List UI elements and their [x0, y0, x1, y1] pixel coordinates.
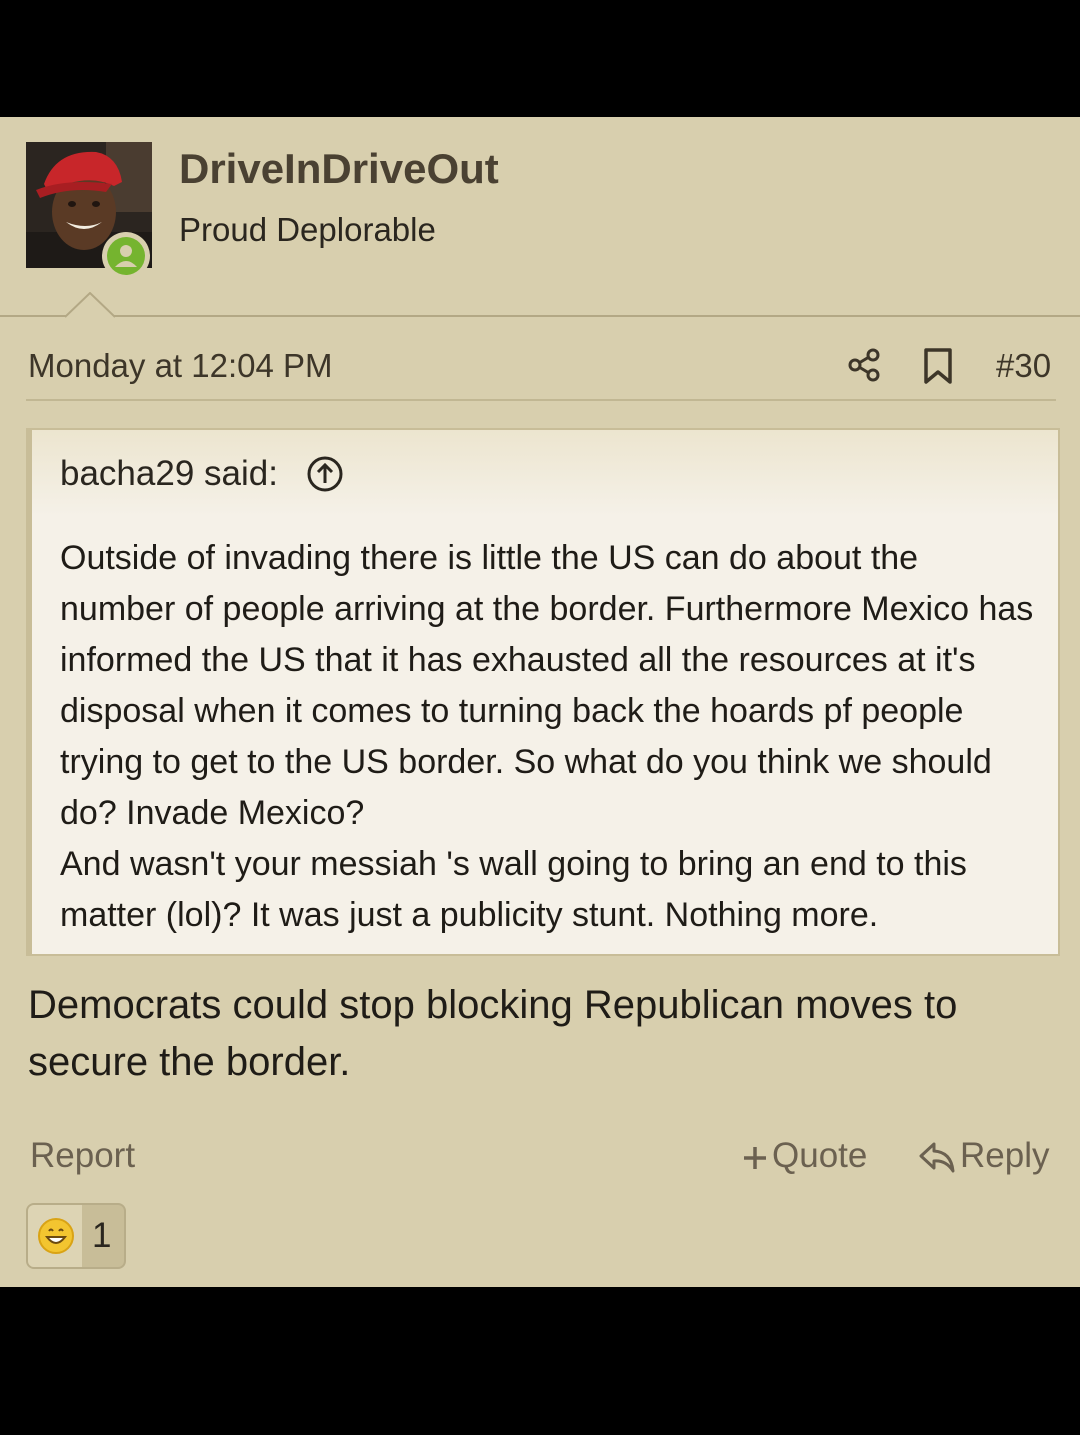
- post-number-link[interactable]: #30: [996, 347, 1051, 385]
- forum-post: DriveInDriveOut Proud Deplorable Monday …: [0, 117, 1080, 1287]
- reaction-count: 1: [92, 1216, 112, 1255]
- username[interactable]: DriveInDriveOut: [179, 145, 499, 193]
- reaction-summary[interactable]: 1: [26, 1203, 126, 1269]
- quote-label: Quote: [772, 1136, 868, 1175]
- quote-button[interactable]: Quote: [742, 1136, 867, 1176]
- header-divider: [0, 315, 1080, 317]
- meta-divider: [26, 399, 1056, 401]
- quote-body: Outside of invading there is little the …: [60, 533, 1040, 941]
- quote-paragraph: And wasn't your messiah 's wall going to…: [60, 845, 967, 934]
- online-status-badge: [102, 232, 150, 280]
- quote-paragraph: Outside of invading there is little the …: [60, 539, 1034, 832]
- quote-author[interactable]: bacha29 said:: [60, 454, 278, 494]
- post-message: Democrats could stop blocking Republican…: [28, 983, 958, 1084]
- user-title: Proud Deplorable: [179, 211, 436, 248]
- bookmark-icon[interactable]: [922, 347, 954, 385]
- arrow-up-circle-icon[interactable]: [306, 455, 344, 493]
- plus-icon: [744, 1146, 766, 1169]
- reply-icon: [919, 1142, 955, 1173]
- report-link[interactable]: Report: [30, 1136, 135, 1176]
- post-date[interactable]: Monday at 12:04 PM: [28, 347, 333, 385]
- reply-label: Reply: [960, 1136, 1050, 1175]
- reply-button[interactable]: Reply: [918, 1136, 1049, 1176]
- share-icon[interactable]: [846, 347, 882, 383]
- grin-emoji-icon: [28, 1205, 82, 1267]
- quote-block: bacha29 said: Outside of invading there …: [26, 428, 1060, 956]
- online-user-icon: [107, 237, 145, 275]
- header-pointer-arrow: [65, 292, 115, 318]
